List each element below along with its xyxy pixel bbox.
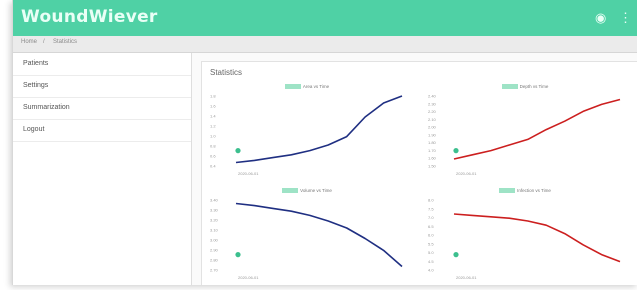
legend-swatch [501, 84, 518, 90]
x-tick-label: 2020-06-01 [456, 275, 477, 280]
series-line [453, 98, 621, 160]
breadcrumb: Home / Statistics [13, 36, 637, 53]
y-tick-label: 1.80 [428, 140, 437, 145]
sidebar-item-label: Patients [23, 60, 49, 67]
data-point-marker[interactable] [235, 252, 241, 258]
y-tick-label: 2.20 [428, 109, 437, 114]
y-tick-label: 1.60 [428, 156, 437, 161]
legend-label: Area vs Time [302, 84, 330, 89]
y-tick-label: 1.2 [210, 124, 216, 129]
sidebar-item-settings[interactable]: Settings [13, 75, 191, 98]
y-tick-label: 1.50 [428, 164, 437, 169]
y-tick-label: 2.10 [428, 117, 437, 122]
y-tick-label: 3.30 [210, 208, 219, 213]
chart-volume-plot: 3.40 3.30 3.20 3.10 3.00 2.90 2.80 2.70 2020-06-… [210, 198, 403, 280]
y-tick-label: 5.0 [428, 250, 434, 255]
legend-swatch [284, 84, 301, 90]
chart-depth: Depth vs Time 2.40 2.30 2.20 2.10 2.00 1.90 1.… [420, 84, 637, 182]
x-tick-label: 2020-06-01 [238, 275, 259, 280]
series-line [235, 95, 403, 164]
chart-volume: Volume vs Time 3.40 3.30 3.20 3.10 3.00 2.90 2… [202, 188, 422, 285]
series-line [235, 202, 403, 268]
legend-swatch [499, 188, 516, 194]
y-tick-label: 0.4 [210, 164, 216, 169]
y-tick-label: 2.00 [428, 125, 437, 130]
legend-label: Depth vs Time [519, 84, 549, 89]
y-tick-label: 3.40 [210, 198, 219, 203]
legend-label: Volume vs Time [300, 188, 332, 193]
chart-area: Area vs Time 1.8 1.6 1.4 1.2 1.0 0.8 0.6 0.4 202… [202, 84, 422, 182]
y-tick-label: 3.20 [210, 218, 219, 223]
legend-label: Infection vs Time [517, 188, 551, 193]
camera-icon[interactable]: ◉ [595, 10, 606, 26]
breadcrumb-home[interactable]: Home [21, 39, 37, 45]
y-tick-label: 1.90 [428, 132, 437, 137]
chart-legend: Area vs Time [202, 84, 412, 90]
sidebar-item-label: Summarization [23, 104, 70, 111]
legend-swatch [282, 188, 299, 194]
y-tick-label: 6.5 [428, 224, 434, 229]
y-tick-label: 1.4 [210, 114, 216, 119]
breadcrumb-separator: / [43, 39, 45, 45]
sidebar-item-label: Settings [23, 82, 49, 89]
data-point-marker[interactable] [235, 148, 241, 154]
y-tick-label: 2.30 [428, 101, 437, 106]
chart-legend: Infection vs Time [420, 188, 630, 194]
x-tick-label: 2020-06-01 [456, 171, 477, 176]
y-tick-label: 3.10 [210, 228, 219, 233]
chart-infection-plot: 8.0 7.5 7.0 6.5 6.0 5.5 5.0 4.5 4.0 2020-06-01 [428, 198, 621, 280]
chart-legend: Depth vs Time [420, 84, 630, 90]
y-tick-label: 1.70 [428, 148, 437, 153]
y-tick-label: 2.40 [428, 94, 437, 99]
data-point-marker[interactable] [453, 148, 459, 154]
y-tick-label: 6.0 [428, 233, 434, 238]
y-tick-label: 3.00 [210, 238, 219, 243]
statistics-panel: Statistics Area vs Time 1.8 1.6 1.4 1.2 1.0 0… [201, 61, 637, 285]
y-tick-label: 1.8 [210, 94, 216, 99]
y-tick-label: 0.8 [210, 144, 216, 149]
chart-depth-plot: 2.40 2.30 2.20 2.10 2.00 1.90 1.80 1.70 1.60 1.50… [428, 94, 621, 176]
menu-icon[interactable]: ⋮ [619, 10, 632, 26]
y-tick-label: 5.5 [428, 241, 434, 246]
main-content: Statistics Area vs Time 1.8 1.6 1.4 1.2 1.0 0… [191, 53, 637, 285]
y-tick-label: 0.6 [210, 154, 216, 159]
sidebar-item-patients[interactable]: Patients [13, 53, 191, 76]
series-line [453, 213, 621, 263]
y-tick-label: 8.0 [428, 198, 434, 203]
sidebar: Patients Settings Summarization Logout [13, 53, 192, 285]
y-tick-label: 2.80 [210, 258, 219, 263]
chart-legend: Volume vs Time [202, 188, 412, 194]
chart-area-plot: 1.8 1.6 1.4 1.2 1.0 0.8 0.6 0.4 2020-06-01 [210, 94, 403, 176]
y-tick-label: 1.0 [210, 134, 216, 139]
y-tick-label: 2.90 [210, 248, 219, 253]
sidebar-item-label: Logout [23, 126, 45, 133]
y-tick-label: 7.0 [428, 215, 434, 220]
y-tick-label: 4.5 [428, 259, 434, 264]
app-window: WoundWiever ◉ ⋮ Home / Statistics Patien… [12, 0, 637, 285]
x-tick-label: 2020-06-01 [238, 171, 259, 176]
chart-infection: Infection vs Time 8.0 7.5 7.0 6.5 6.0 5.5 5.0 4… [420, 188, 637, 285]
app-title[interactable]: WoundWiever [21, 7, 158, 27]
sidebar-item-logout[interactable]: Logout [13, 119, 191, 142]
y-tick-label: 7.5 [428, 206, 434, 211]
breadcrumb-current: Statistics [53, 39, 78, 45]
data-point-marker[interactable] [453, 252, 459, 258]
y-tick-label: 4.0 [428, 268, 434, 273]
top-navbar: WoundWiever ◉ ⋮ [13, 0, 637, 36]
y-tick-label: 1.6 [210, 104, 216, 109]
y-tick-label: 2.70 [210, 268, 219, 273]
sidebar-item-summarization[interactable]: Summarization [13, 97, 191, 120]
page-title: Statistics [210, 68, 243, 77]
